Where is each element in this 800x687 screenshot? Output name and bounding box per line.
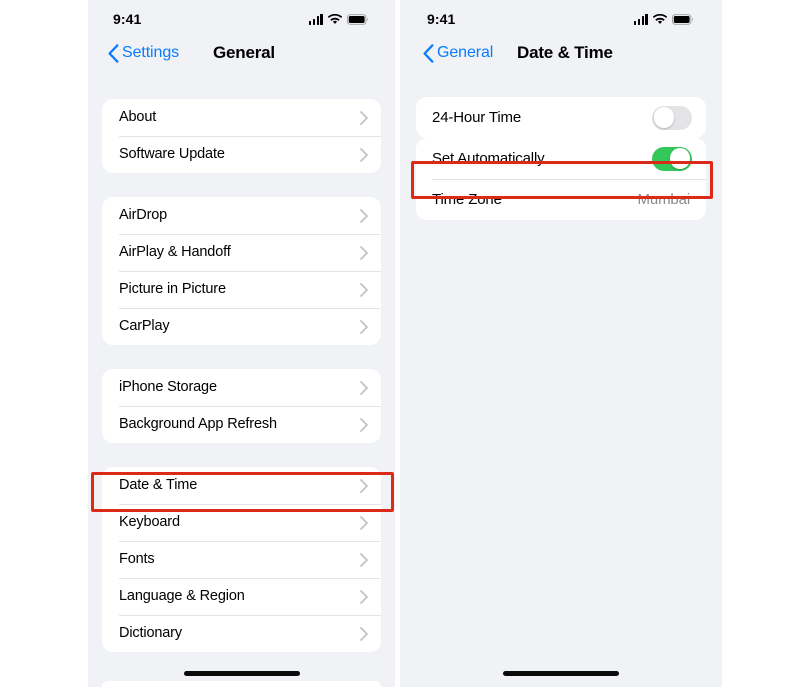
home-indicator: [183, 671, 300, 676]
chevron-left-icon: [423, 43, 434, 63]
settings-row-label: Set Automatically: [432, 150, 545, 167]
settings-row-label: Picture in Picture: [119, 281, 226, 298]
settings-row-label: AirPlay & Handoff: [119, 244, 231, 261]
toggle-24-hour-time[interactable]: [652, 105, 692, 130]
settings-row-date-and-time[interactable]: Date & Time: [102, 467, 381, 504]
battery-full-icon: [672, 13, 693, 25]
page-title-date-time: Date & Time: [517, 43, 613, 62]
battery-full-icon: [347, 13, 368, 25]
settings-row-software-update[interactable]: Software Update: [102, 136, 381, 173]
settings-row-airplay-handoff[interactable]: AirPlay & Handoff: [102, 234, 381, 271]
status-bar-time: 9:41: [113, 10, 142, 27]
settings-row-dictionary[interactable]: Dictionary: [102, 615, 381, 652]
settings-row-language-and-region[interactable]: Language & Region: [102, 578, 381, 615]
settings-row-background-app-refresh[interactable]: Background App Refresh: [102, 406, 381, 443]
back-button-settings[interactable]: Settings: [108, 34, 179, 72]
chevron-right-icon: [360, 552, 368, 567]
wifi-icon: [653, 13, 667, 24]
chevron-right-icon: [360, 208, 368, 223]
back-button-general[interactable]: General: [423, 34, 493, 72]
settings-group-auto-time: Set Automatically Time Zone Mumbai: [416, 138, 706, 220]
cellular-signal-icon: [633, 13, 648, 25]
settings-row-picture-in-picture[interactable]: Picture in Picture: [102, 271, 381, 308]
chevron-right-icon: [360, 245, 368, 260]
time-zone-value: Mumbai: [637, 191, 691, 208]
settings-row-label: AirDrop: [119, 207, 168, 224]
settings-row-airdrop[interactable]: AirDrop: [102, 197, 381, 234]
settings-row-fonts[interactable]: Fonts: [102, 541, 381, 578]
settings-row-label: Time Zone: [432, 191, 502, 208]
settings-row-label: CarPlay: [119, 318, 170, 335]
settings-row-set-automatically[interactable]: Set Automatically: [416, 138, 706, 179]
cellular-signal-icon: [308, 13, 323, 25]
status-bar-left: 9:41: [88, 0, 395, 34]
settings-group-about: About Software Update: [102, 99, 381, 173]
chevron-right-icon: [360, 147, 368, 162]
toggle-knob: [669, 148, 691, 169]
settings-list-general: About Software Update AirDrop AirPlay & …: [88, 72, 395, 652]
settings-row-24-hour-time[interactable]: 24-Hour Time: [416, 97, 706, 138]
back-button-label: Settings: [122, 44, 180, 61]
settings-row-label: Software Update: [119, 146, 225, 163]
chevron-left-icon: [108, 43, 119, 63]
chevron-right-icon: [360, 319, 368, 334]
next-group-peek: [102, 681, 381, 687]
status-bar-icons: [633, 10, 694, 25]
chevron-right-icon: [360, 515, 368, 530]
settings-row-label: Fonts: [119, 551, 155, 568]
status-bar-time: 9:41: [427, 10, 456, 27]
settings-row-label: Background App Refresh: [119, 416, 277, 433]
settings-list-date-time: 24-Hour Time Set Automatically Time Zone…: [400, 72, 722, 220]
settings-row-label: Keyboard: [119, 514, 180, 531]
chevron-right-icon: [360, 478, 368, 493]
settings-row-carplay[interactable]: CarPlay: [102, 308, 381, 345]
status-bar-icons: [308, 10, 369, 25]
settings-row-iphone-storage[interactable]: iPhone Storage: [102, 369, 381, 406]
chevron-right-icon: [360, 282, 368, 297]
settings-group-connectivity: AirDrop AirPlay & Handoff Picture in Pic…: [102, 197, 381, 345]
settings-group-24-hour: 24-Hour Time: [416, 97, 706, 138]
settings-group-localization: Date & Time Keyboard Fonts Language & Re…: [102, 467, 381, 652]
chevron-right-icon: [360, 380, 368, 395]
status-bar-right: 9:41: [400, 0, 722, 34]
phone-screen-general: 9:41 Settings General About Software Upd…: [88, 0, 395, 687]
settings-row-label: 24-Hour Time: [432, 109, 522, 126]
phone-screen-date-time: 9:41 General Date & Time 24-Hour Time Se…: [400, 0, 722, 687]
settings-row-label: Dictionary: [119, 625, 182, 642]
chevron-right-icon: [360, 589, 368, 604]
wifi-icon: [328, 13, 342, 24]
settings-row-label: Date & Time: [119, 477, 198, 494]
settings-row-label: iPhone Storage: [119, 379, 217, 396]
settings-row-time-zone[interactable]: Time Zone Mumbai: [416, 179, 706, 220]
home-indicator: [503, 671, 619, 676]
chevron-right-icon: [360, 110, 368, 125]
toggle-knob: [653, 107, 675, 128]
page-title-general: General: [213, 43, 275, 62]
chevron-right-icon: [360, 626, 368, 641]
toggle-set-automatically[interactable]: [652, 146, 692, 171]
settings-row-label: About: [119, 109, 157, 126]
settings-row-keyboard[interactable]: Keyboard: [102, 504, 381, 541]
chevron-right-icon: [360, 417, 368, 432]
settings-group-storage: iPhone Storage Background App Refresh: [102, 369, 381, 443]
back-button-label: General: [437, 44, 494, 61]
settings-row-label: Language & Region: [119, 588, 245, 605]
settings-row-about[interactable]: About: [102, 99, 381, 136]
nav-bar-right: General Date & Time: [400, 34, 722, 72]
nav-bar-left: Settings General: [88, 34, 395, 72]
screenshot-stage: 9:41 Settings General About Software Upd…: [0, 0, 800, 687]
